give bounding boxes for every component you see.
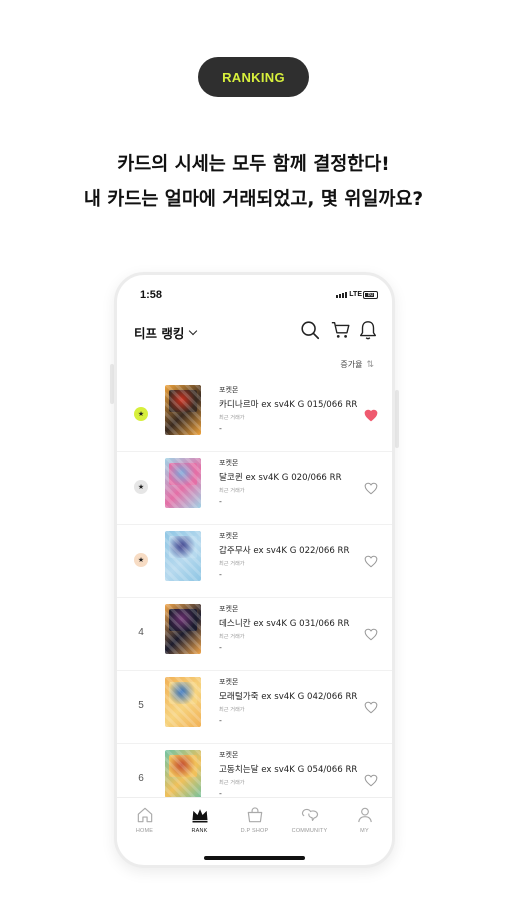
card-thumbnail[interactable] (165, 385, 201, 435)
item-subtitle: 최근 거래가 (219, 415, 245, 421)
app-header: 티프 랭킹 (117, 317, 392, 345)
card-thumbnail[interactable] (165, 604, 201, 654)
heart-icon[interactable] (364, 701, 378, 714)
item-price: - (219, 570, 222, 579)
rank-medal-icon: ★ (134, 553, 148, 567)
ranking-list: ★ 포켓몬 카디나르마 ex sv4K G 015/066 RR 최근 거래가 … (117, 379, 392, 817)
item-name: 카디나르마 ex sv4K G 015/066 RR (219, 400, 358, 410)
item-name: 달코퀸 ex sv4K G 020/066 RR (219, 473, 342, 483)
battery-level: 80 (367, 292, 374, 298)
rank-number: 6 (138, 773, 144, 784)
tab-community[interactable]: COMMUNITY (282, 798, 337, 847)
item-name: 고동치는달 ex sv4K G 054/066 RR (219, 765, 358, 775)
ranking-row[interactable]: ★ 포켓몬 달코퀸 ex sv4K G 020/066 RR 최근 거래가 - (117, 452, 392, 525)
item-category: 포켓몬 (219, 532, 239, 540)
item-price: - (219, 716, 222, 725)
crown-icon (192, 809, 207, 823)
item-subtitle: 최근 거래가 (219, 780, 245, 786)
home-indicator (204, 856, 305, 860)
tab-label: RANK (191, 828, 208, 834)
ranking-row[interactable]: ★ 포켓몬 카디나르마 ex sv4K G 015/066 RR 최근 거래가 … (117, 379, 392, 452)
item-subtitle: 최근 거래가 (219, 561, 245, 567)
ranking-badge: RANKING (198, 57, 309, 97)
bell-icon[interactable] (357, 319, 379, 341)
heart-icon[interactable] (364, 482, 378, 495)
tab-home[interactable]: HOME (117, 798, 172, 847)
item-category: 포켓몬 (219, 459, 239, 467)
tab-my[interactable]: MY (337, 798, 392, 847)
card-thumbnail[interactable] (165, 531, 201, 581)
bottom-tab-bar: HOME RANK D.P SHOP COMMUNITY MY (117, 797, 392, 847)
rank-number: 5 (138, 700, 144, 711)
tab-label: D.P SHOP (240, 828, 269, 834)
tab-rank[interactable]: RANK (172, 798, 227, 847)
ranking-row[interactable]: ★ 포켓몬 갑주무사 ex sv4K G 022/066 RR 최근 거래가 - (117, 525, 392, 598)
item-category: 포켓몬 (219, 678, 239, 686)
card-thumbnail[interactable] (165, 677, 201, 727)
tab-d-p-shop[interactable]: D.P SHOP (227, 798, 282, 847)
card-thumbnail[interactable] (165, 458, 201, 508)
chevron-down-icon (189, 326, 198, 335)
sort-label: 증가율 (340, 360, 363, 369)
headline-line-2: 내 카드는 얼마에 거래되었고, 몇 위일까요? (83, 189, 424, 210)
chat-bubbles-icon (301, 808, 318, 821)
signal-icon (336, 292, 347, 298)
status-time: 1:58 (140, 289, 163, 301)
rank-medal-icon: ★ (134, 407, 148, 421)
heart-icon[interactable] (364, 774, 378, 787)
page-title: 티프 랭킹 (134, 326, 185, 341)
rank-number: 4 (138, 627, 144, 638)
phone-mockup: 1:58 LTE 80 티프 랭킹 증가율 ⇅ ★ 포켓몬 카디나르마 ex s… (114, 272, 395, 868)
person-icon (357, 807, 372, 823)
item-name: 데스니칸 ex sv4K G 031/066 RR (219, 619, 350, 629)
item-subtitle: 최근 거래가 (219, 707, 245, 713)
item-category: 포켓몬 (219, 386, 239, 394)
phone-power-button (395, 390, 399, 448)
tab-label: MY (360, 828, 369, 834)
card-thumbnail[interactable] (165, 750, 201, 800)
network-label: LTE (349, 291, 362, 298)
ranking-row[interactable]: 4 포켓몬 데스니칸 ex sv4K G 031/066 RR 최근 거래가 - (117, 598, 392, 671)
status-bar: 1:58 LTE 80 (117, 287, 392, 303)
item-price: - (219, 643, 222, 652)
heart-icon[interactable] (364, 555, 378, 568)
shopping-bag-icon (247, 807, 262, 823)
item-category: 포켓몬 (219, 605, 239, 613)
tab-label: COMMUNITY (291, 828, 328, 834)
ranking-row[interactable]: 5 포켓몬 모래털가죽 ex sv4K G 042/066 RR 최근 거래가 … (117, 671, 392, 744)
headline-line-1: 카드의 시세는 모두 함께 결정한다! (117, 154, 390, 175)
heart-icon[interactable] (364, 409, 378, 422)
sort-arrows-icon: ⇅ (366, 359, 374, 370)
item-price: - (219, 424, 222, 433)
item-name: 갑주무사 ex sv4K G 022/066 RR (219, 546, 350, 556)
rank-medal-icon: ★ (134, 480, 148, 494)
item-category: 포켓몬 (219, 751, 239, 759)
home-icon (137, 807, 152, 823)
search-icon[interactable] (299, 319, 321, 341)
tab-label: HOME (135, 828, 154, 834)
heart-icon[interactable] (364, 628, 378, 641)
cart-icon[interactable] (330, 319, 352, 341)
item-price: - (219, 497, 222, 506)
ranking-title-dropdown[interactable]: 티프 랭킹 (134, 323, 198, 342)
item-name: 모래털가죽 ex sv4K G 042/066 RR (219, 692, 358, 702)
item-subtitle: 최근 거래가 (219, 634, 245, 640)
sort-button[interactable]: 증가율 ⇅ (340, 359, 374, 370)
item-subtitle: 최근 거래가 (219, 488, 245, 494)
